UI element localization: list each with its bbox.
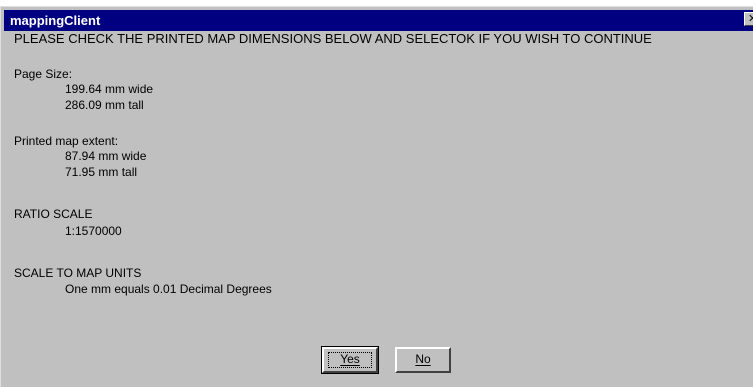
page-size-width: 199.64 mm wide (65, 82, 154, 96)
scale-units-value: One mm equals 0.01 Decimal Degrees (65, 282, 272, 296)
printed-extent-label: Printed map extent: (14, 134, 119, 148)
yes-button[interactable]: Yes (321, 346, 379, 374)
no-button[interactable]: No (395, 347, 451, 373)
ratio-scale-label: RATIO SCALE (14, 207, 93, 221)
page-size-label: Page Size: (14, 67, 73, 81)
window-title: mappingClient (10, 13, 101, 28)
printed-extent-height: 71.95 mm tall (65, 165, 138, 179)
close-icon: ✕ (748, 12, 753, 25)
ratio-scale-value: 1:1570000 (65, 224, 122, 238)
title-bar[interactable]: mappingClient ✕ (4, 10, 753, 31)
yes-button-label: Yes (340, 352, 360, 366)
scale-units-label: SCALE TO MAP UNITS (14, 266, 142, 280)
no-button-label: No (415, 352, 431, 366)
dialog-window: mappingClient ✕ (0, 6, 753, 387)
page-size-height: 286.09 mm tall (65, 98, 144, 112)
printed-extent-width: 87.94 mm wide (65, 149, 147, 163)
message-heading: PLEASE CHECK THE PRINTED MAP DIMENSIONS … (14, 31, 652, 46)
close-button[interactable]: ✕ (744, 12, 753, 26)
